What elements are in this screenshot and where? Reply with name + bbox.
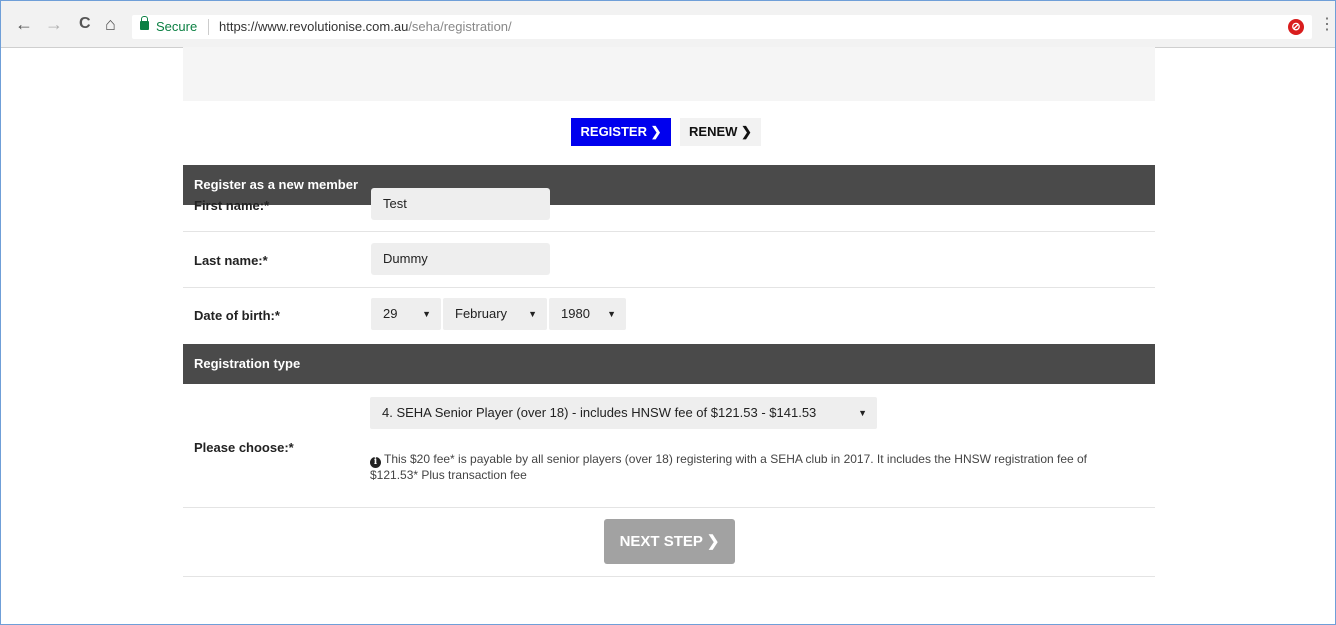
forward-icon[interactable]: → xyxy=(45,14,63,34)
chevron-down-icon: ▼ xyxy=(528,309,537,319)
reload-icon[interactable]: C xyxy=(79,14,91,34)
last-name-field[interactable]: Dummy xyxy=(371,243,550,275)
first-name-label: First name:* xyxy=(194,198,270,213)
url-path: /seha/registration/ xyxy=(408,19,512,34)
please-choose-label: Please choose:* xyxy=(194,440,294,455)
row-divider xyxy=(183,287,1155,288)
chevron-down-icon: ▼ xyxy=(422,309,431,319)
dob-month-select[interactable]: February ▼ xyxy=(443,298,547,330)
registration-type-select[interactable]: 4. SEHA Senior Player (over 18) - includ… xyxy=(370,397,877,429)
dob-year-select[interactable]: 1980 ▼ xyxy=(549,298,626,330)
dob-month-value: February xyxy=(455,306,508,321)
info-icon: i xyxy=(370,457,381,468)
member-section-header: Register as a new member xyxy=(183,165,1155,205)
row-divider xyxy=(183,231,1155,232)
dob-label: Date of birth:* xyxy=(194,308,280,323)
last-name-label: Last name:* xyxy=(194,253,268,268)
top-info-strip xyxy=(183,47,1155,101)
browser-toolbar: ← → C ⌂ Secure https://www.revolutionise… xyxy=(1,1,1335,48)
renew-button[interactable]: RENEW ❯ xyxy=(680,118,761,146)
url-text[interactable]: https://www.revolutionise.com.au/seha/re… xyxy=(219,15,512,39)
fee-info-body: This $20 fee* is payable by all senior p… xyxy=(370,452,1088,482)
divider xyxy=(208,19,209,35)
extension-icon[interactable]: ⊘ xyxy=(1288,19,1304,35)
url-host: https://www.revolutionise.com.au xyxy=(219,19,409,34)
address-bar[interactable]: Secure https://www.revolutionise.com.au/… xyxy=(132,15,1312,39)
registration-section-header: Registration type xyxy=(183,344,1155,384)
secure-label: Secure xyxy=(156,19,198,34)
home-icon[interactable]: ⌂ xyxy=(105,14,116,34)
dob-year-value: 1980 xyxy=(561,306,590,321)
row-divider xyxy=(183,507,1155,508)
chevron-down-icon: ▼ xyxy=(858,408,867,418)
browser-menu-icon[interactable]: ⋮ xyxy=(1319,15,1335,35)
row-divider xyxy=(183,576,1155,577)
chevron-down-icon: ▼ xyxy=(607,309,616,319)
next-step-button[interactable]: NEXT STEP ❯ xyxy=(604,519,735,564)
registration-type-value: 4. SEHA Senior Player (over 18) - includ… xyxy=(382,405,817,420)
back-icon[interactable]: ← xyxy=(15,14,33,34)
dob-day-value: 29 xyxy=(383,306,398,321)
register-button[interactable]: REGISTER ❯ xyxy=(571,118,671,146)
lock-icon xyxy=(140,16,149,30)
fee-info-text: i This $20 fee* is payable by all senior … xyxy=(370,452,1130,483)
first-name-field[interactable]: Test xyxy=(371,188,550,220)
dob-day-select[interactable]: 29 ▼ xyxy=(371,298,441,330)
